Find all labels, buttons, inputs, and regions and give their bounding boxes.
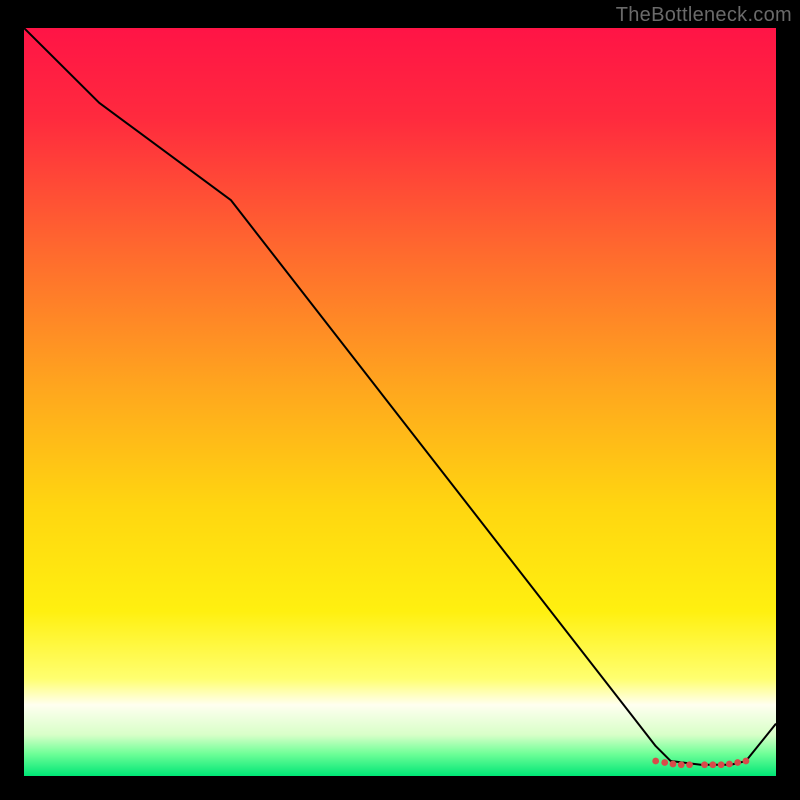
marker-dot	[678, 761, 685, 768]
marker-dot	[726, 761, 733, 768]
chart-container: TheBottleneck.com	[0, 0, 800, 800]
watermark-text: TheBottleneck.com	[616, 4, 792, 27]
plot-background	[24, 28, 776, 776]
marker-dot	[743, 758, 750, 765]
marker-dot	[661, 759, 668, 766]
marker-dot	[718, 761, 725, 768]
marker-dot	[709, 761, 716, 768]
marker-dot	[701, 761, 708, 768]
chart-svg	[24, 28, 776, 776]
marker-dot	[686, 761, 693, 768]
marker-dot	[670, 761, 677, 768]
marker-dot	[652, 758, 659, 765]
plot-area	[24, 28, 776, 776]
marker-dot	[734, 759, 741, 766]
